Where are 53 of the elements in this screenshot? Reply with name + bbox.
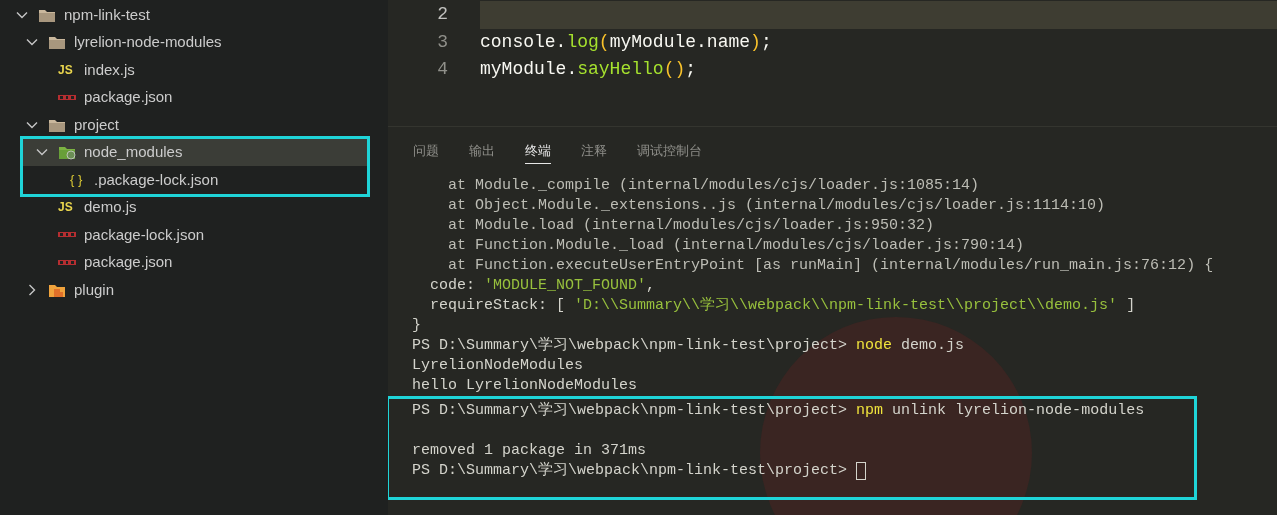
js-file-icon: JS — [58, 198, 73, 217]
tree-row[interactable]: plugin — [0, 276, 388, 304]
npm-icon — [58, 259, 76, 265]
terminal-line: at Object.Module._extensions..js (internal/modules/cjs/loader.js:1114:10) — [447, 196, 1106, 216]
tree-label: npm-link-test — [64, 4, 150, 25]
tree-label: project — [74, 114, 120, 135]
terminal-line: at Function.executeUserEntryPoint [as runMain] (internal/modules/run_main.js:76:12) { — [447, 256, 1214, 276]
tree-row[interactable]: lyrelion-node-modules — [0, 28, 388, 56]
tree-row[interactable]: JS demo.js — [0, 193, 388, 221]
terminal-line: at Function.Module._load (internal/modules/cjs/loader.js:790:14) — [447, 236, 1025, 256]
line-number: 2 — [436, 3, 449, 27]
code-line: myModule.sayHello(); — [480, 58, 698, 82]
tree-label: .package-lock.json — [94, 169, 219, 190]
terminal-line: code: 'MODULE_NOT_FOUND', — [429, 276, 656, 296]
tree-label: node_modules — [84, 142, 183, 162]
panel-tab[interactable]: 问题 — [413, 138, 439, 164]
npm-icon — [58, 94, 76, 100]
panel-tab[interactable]: 终端 — [525, 138, 551, 164]
tree-row[interactable]: package.json — [0, 248, 388, 276]
terminal-line: removed 1 package in 371ms — [412, 441, 647, 461]
tree-row[interactable]: package-lock.json — [0, 221, 388, 249]
tree-label: demo.js — [84, 197, 137, 217]
tree-row[interactable]: package.json — [0, 83, 388, 111]
terminal-line: requireStack: [ 'D:\\Summary\\学习\\webpack\\npm-link-test\\project\\demo.js' ] — [429, 296, 1136, 316]
tree-row[interactable]: { } .package-lock.json — [23, 166, 367, 194]
tree-label: lyrelion-node-modules — [74, 32, 222, 52]
braces-icon: { } — [70, 170, 83, 190]
tree-row[interactable]: node_modules — [23, 138, 367, 166]
line-number: 3 — [436, 30, 449, 54]
terminal-line: PS D:\Summary\学习\webpack\npm-link-test\project> — [412, 461, 849, 481]
tree-label: plugin — [74, 279, 115, 300]
panel-tab[interactable]: 注释 — [581, 138, 607, 164]
code-line: console.log(myModule.name); — [480, 30, 773, 54]
terminal-line: LyrelionNodeModules — [412, 356, 584, 376]
tree-label: package.json — [84, 252, 173, 272]
npm-icon — [58, 232, 76, 238]
js-file-icon: JS — [58, 60, 73, 79]
line-number: 4 — [436, 58, 449, 82]
tree-row[interactable]: JS index.js — [0, 56, 388, 84]
panel-tab[interactable]: 调试控制台 — [637, 138, 702, 164]
terminal-line: at Module._compile (internal/modules/cjs/loader.js:1085:14) — [447, 176, 980, 196]
tree-label: package.json — [84, 87, 173, 107]
terminal-line: at Module.load (internal/modules/cjs/loader.js:950:32) — [447, 216, 935, 236]
terminal-line: PS D:\Summary\学习\webpack\npm-link-test\project> node demo.js — [412, 336, 965, 356]
chevron-right-icon[interactable] — [26, 283, 38, 296]
tree-row[interactable]: npm-link-test — [0, 1, 388, 29]
tree-row[interactable]: project — [0, 111, 388, 139]
terminal-line: PS D:\Summary\学习\webpack\npm-link-test\project> npm unlink lyrelion-node-modules — [412, 401, 1145, 421]
panel-tab[interactable]: 输出 — [469, 138, 495, 164]
terminal-line: } — [412, 316, 421, 336]
terminal-line: hello LyrelionNodeModules — [412, 376, 638, 396]
tree-label: package-lock.json — [84, 224, 205, 245]
tree-label: index.js — [84, 59, 135, 80]
